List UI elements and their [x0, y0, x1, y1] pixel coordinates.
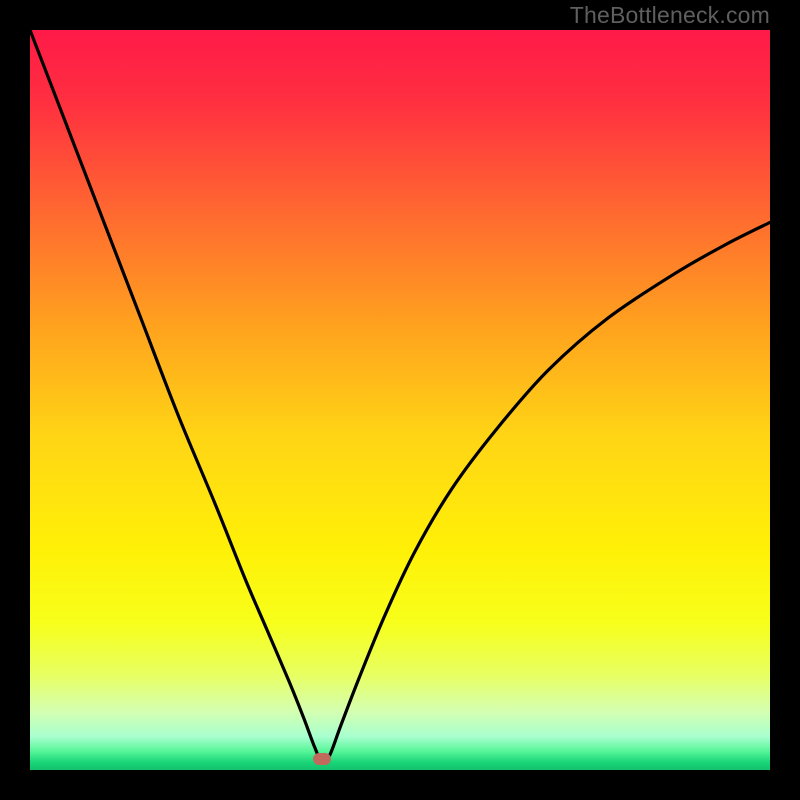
optimal-point-marker: [313, 753, 331, 765]
bottleneck-curve: [30, 30, 770, 770]
watermark-text: TheBottleneck.com: [570, 2, 770, 29]
plot-area: [30, 30, 770, 770]
